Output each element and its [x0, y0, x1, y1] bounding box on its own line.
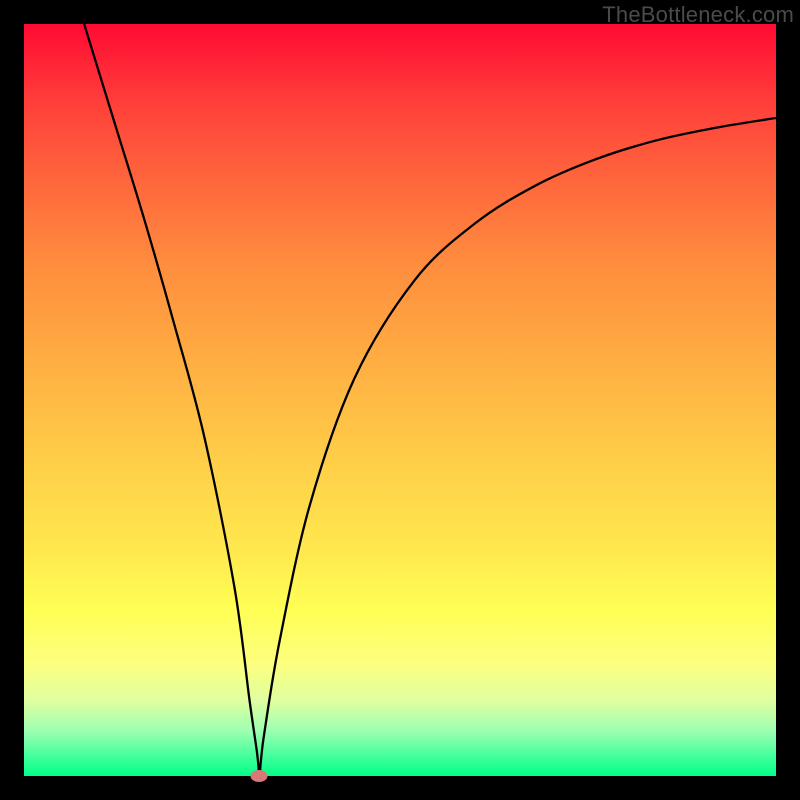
bottleneck-curve [24, 24, 776, 776]
chart-frame [24, 24, 776, 776]
optimal-point-marker [251, 770, 268, 782]
plot-area [24, 24, 776, 776]
